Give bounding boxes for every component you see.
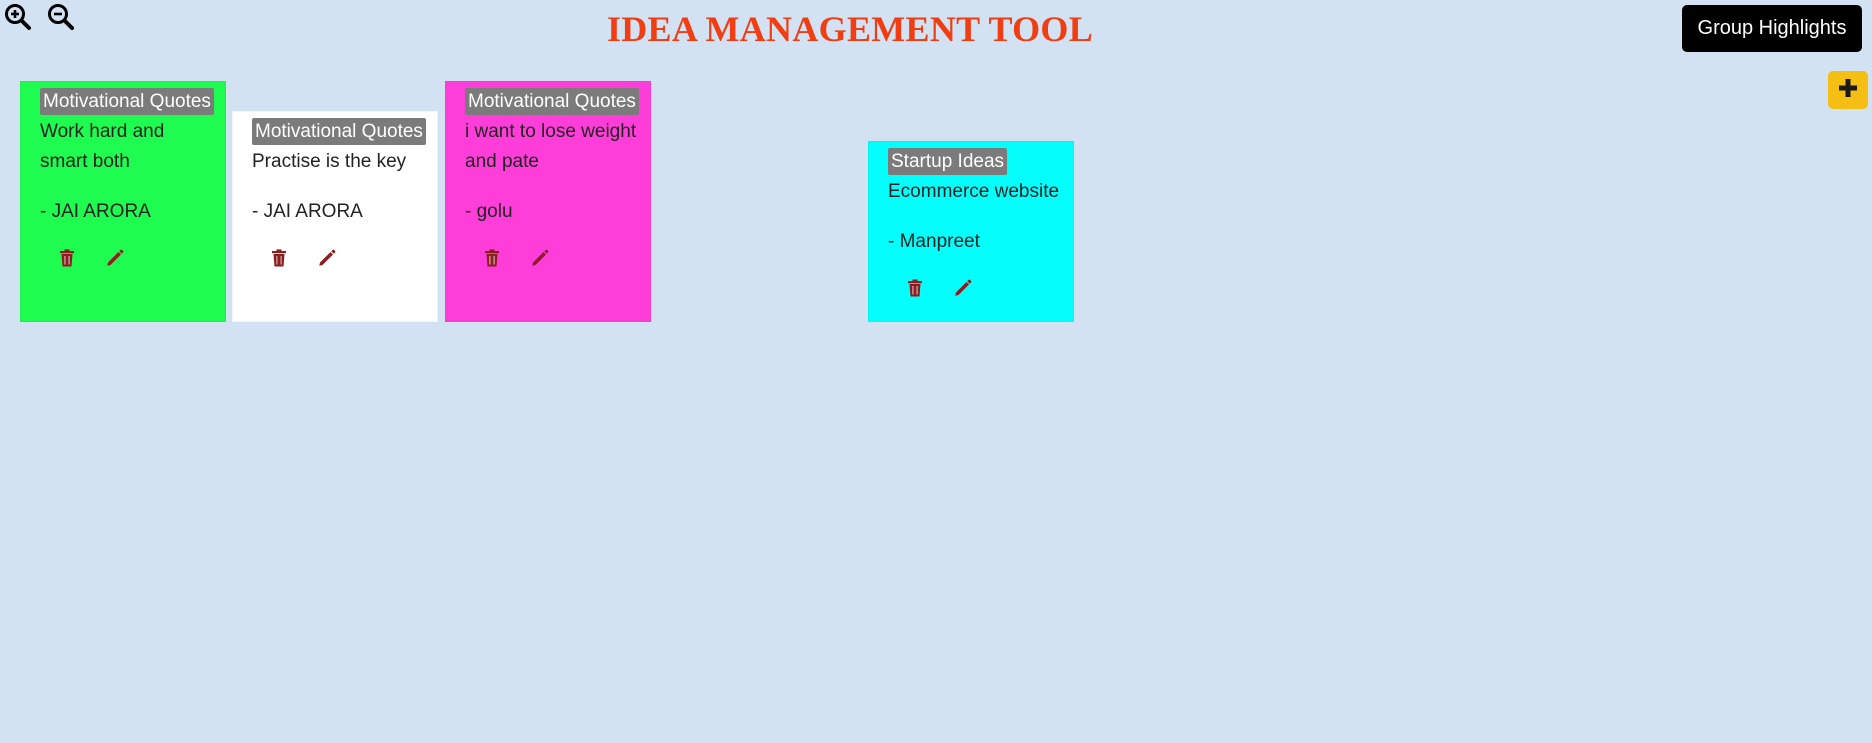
note-tag: Startup Ideas bbox=[888, 148, 1008, 175]
trash-icon[interactable] bbox=[479, 245, 505, 271]
pencil-icon[interactable] bbox=[314, 245, 340, 271]
pencil-icon[interactable] bbox=[950, 275, 976, 301]
idea-note[interactable]: Motivational Quotes Work hard and smart … bbox=[20, 81, 226, 322]
idea-note[interactable]: Motivational Quotes Practise is the key … bbox=[232, 111, 438, 322]
note-text: Ecommerce website bbox=[888, 181, 1060, 202]
add-note-button[interactable] bbox=[1828, 71, 1868, 109]
idea-note[interactable]: Motivational Quotes i want to lose weigh… bbox=[445, 81, 651, 322]
trash-icon[interactable] bbox=[54, 245, 80, 271]
note-author: - JAI ARORA bbox=[40, 201, 151, 222]
idea-note[interactable]: Startup Ideas Ecommerce website - Manpre… bbox=[868, 141, 1074, 322]
note-text: Practise is the key bbox=[252, 151, 407, 172]
pencil-icon[interactable] bbox=[102, 245, 128, 271]
note-tag: Motivational Quotes bbox=[40, 88, 214, 115]
plus-icon bbox=[1838, 78, 1858, 103]
group-highlights-button[interactable]: Group Highlights bbox=[1682, 5, 1862, 52]
note-tag: Motivational Quotes bbox=[465, 88, 639, 115]
note-text: Work hard and smart both bbox=[40, 121, 165, 172]
page-title: IDEA MANAGEMENT TOOL bbox=[606, 9, 1094, 49]
pencil-icon[interactable] bbox=[527, 245, 553, 271]
note-author: - golu bbox=[465, 201, 513, 222]
trash-icon[interactable] bbox=[266, 245, 292, 271]
note-author: - JAI ARORA bbox=[252, 201, 363, 222]
note-text: i want to lose weight and pate bbox=[465, 121, 637, 172]
trash-icon[interactable] bbox=[902, 275, 928, 301]
note-author: - Manpreet bbox=[888, 231, 980, 252]
note-tag: Motivational Quotes bbox=[252, 118, 426, 145]
